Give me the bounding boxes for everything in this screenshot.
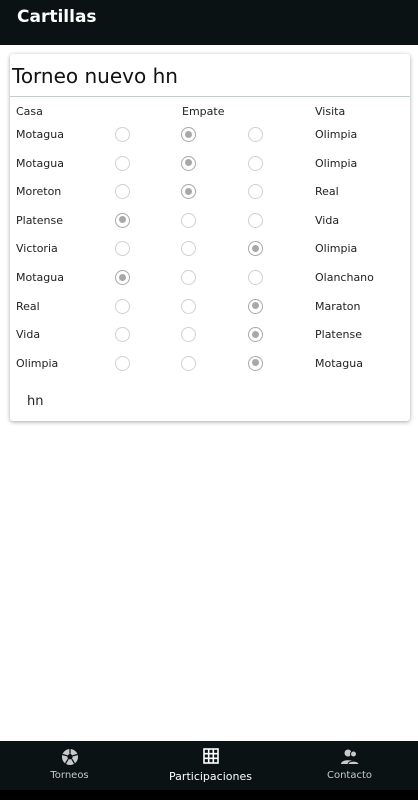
radio-draw[interactable]	[181, 155, 196, 171]
nav-label: Torneos	[50, 770, 89, 781]
bet-card: Torneo nuevo hn Casa Empate Visita Motag…	[10, 54, 410, 421]
away-team: Olanchano	[315, 271, 374, 284]
match-row: Motagua Olimpia	[10, 121, 410, 149]
home-team: Vida	[16, 328, 41, 342]
radio-draw[interactable]	[181, 298, 196, 314]
card-footer: hn	[27, 394, 44, 409]
away-team: Olimpia	[315, 128, 358, 141]
nav-label: Participaciones	[169, 770, 252, 783]
radio-home[interactable]	[115, 212, 130, 228]
radio-home[interactable]	[115, 241, 130, 257]
radio-home[interactable]	[115, 127, 130, 142]
match-row: Real Maraton	[10, 293, 410, 321]
grid-icon	[141, 748, 280, 766]
home-team: Olimpia	[16, 356, 59, 370]
match-row: Motagua Olimpia	[10, 150, 410, 178]
radio-away[interactable]	[248, 327, 263, 343]
radio-draw[interactable]	[181, 241, 196, 257]
divider	[10, 96, 410, 97]
match-row: Platense Vida	[10, 207, 410, 235]
soccer-ball-icon	[0, 748, 139, 766]
away-team: Maraton	[315, 299, 361, 313]
radio-home[interactable]	[115, 270, 130, 285]
away-team: Olimpia	[315, 242, 358, 256]
away-team: Olimpia	[315, 156, 358, 170]
match-row: Motagua Olanchano	[10, 264, 410, 292]
nav-item-participaciones[interactable]: Participaciones	[141, 741, 280, 790]
radio-away[interactable]	[248, 241, 263, 257]
header-draw: Empate	[182, 105, 225, 118]
app-bar: Cartillas	[0, 0, 418, 45]
radio-away[interactable]	[248, 127, 263, 142]
radio-home[interactable]	[115, 298, 130, 314]
home-team: Motagua	[16, 128, 64, 141]
nav-item-contacto[interactable]: Contacto	[280, 741, 418, 790]
radio-away[interactable]	[248, 355, 263, 371]
system-nav-bar	[0, 790, 418, 800]
radio-home[interactable]	[115, 155, 130, 171]
away-team: Platense	[315, 328, 362, 342]
app-title: Cartillas	[17, 7, 97, 27]
match-row: Vida Platense	[10, 321, 410, 349]
header-away: Visita	[315, 105, 346, 118]
away-team: Motagua	[315, 356, 363, 370]
radio-draw[interactable]	[181, 355, 196, 371]
home-team: Real	[16, 299, 40, 313]
radio-away[interactable]	[248, 270, 263, 285]
match-row: Moreton Real	[10, 178, 410, 206]
radio-away[interactable]	[248, 155, 263, 171]
radio-home[interactable]	[115, 355, 130, 371]
contacts-icon	[280, 748, 418, 766]
radio-away[interactable]	[248, 184, 263, 200]
radio-away[interactable]	[248, 298, 263, 314]
radio-draw[interactable]	[181, 212, 196, 228]
bottom-nav: Torneos Participaciones Contacto	[0, 741, 418, 800]
radio-draw[interactable]	[181, 127, 196, 142]
home-team: Victoria	[16, 242, 58, 256]
radio-draw[interactable]	[181, 270, 196, 285]
match-row: Olimpia Motagua	[10, 350, 410, 378]
match-row: Victoria Olimpia	[10, 235, 410, 263]
header-home: Casa	[16, 105, 43, 118]
card-title: Torneo nuevo hn	[12, 64, 178, 88]
radio-home[interactable]	[115, 327, 130, 343]
home-team: Motagua	[16, 156, 64, 170]
radio-away[interactable]	[248, 212, 263, 228]
radio-draw[interactable]	[181, 184, 196, 200]
radio-draw[interactable]	[181, 327, 196, 343]
away-team: Vida	[315, 213, 340, 227]
home-team: Moreton	[16, 185, 62, 199]
away-team: Real	[315, 185, 339, 199]
nav-item-torneos[interactable]: Torneos	[0, 741, 139, 790]
home-team: Motagua	[16, 271, 64, 284]
nav-label: Contacto	[326, 770, 373, 781]
radio-home[interactable]	[115, 184, 130, 200]
home-team: Platense	[16, 213, 63, 227]
